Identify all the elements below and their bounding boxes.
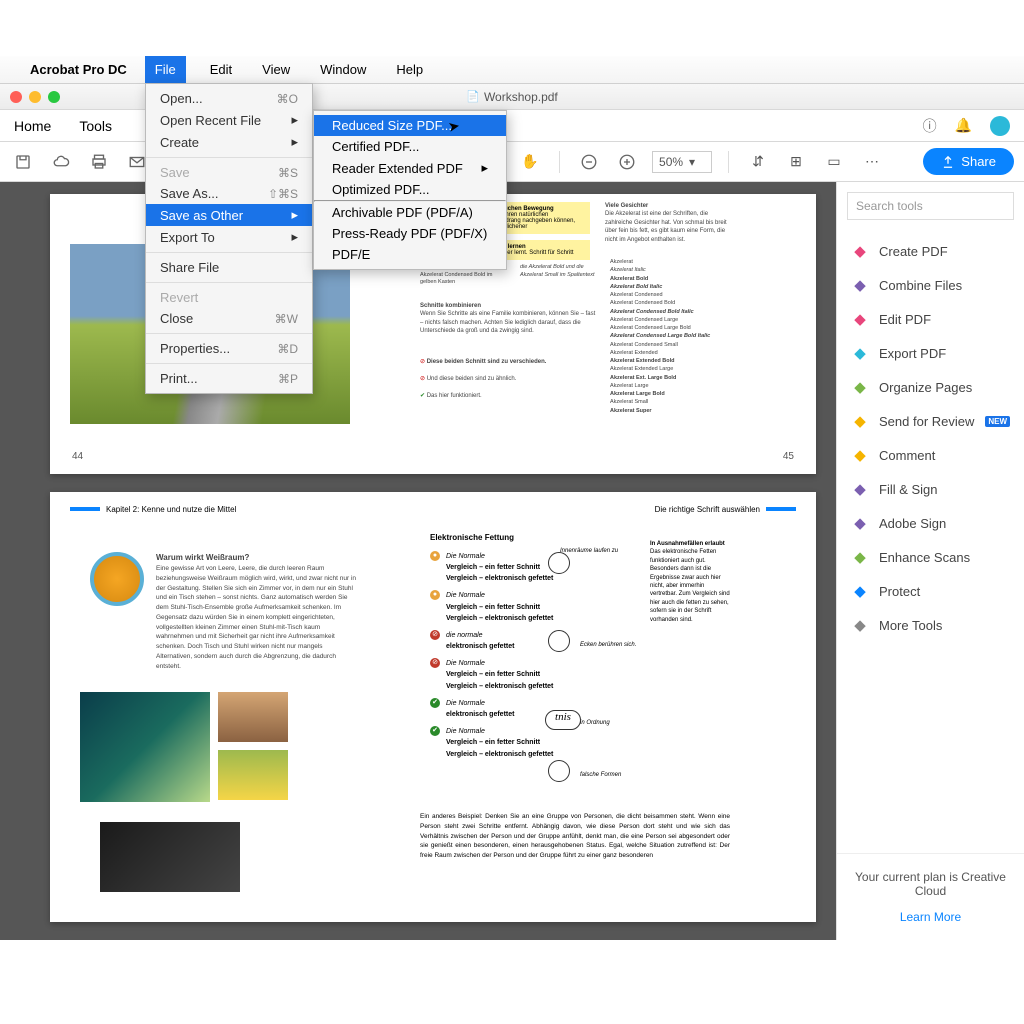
mi-open-recent[interactable]: Open Recent File▸ [146, 109, 312, 131]
mi-create[interactable]: Create▸ [146, 131, 312, 153]
organize-pages-icon: ◆ [851, 378, 869, 396]
avatar[interactable] [990, 116, 1010, 136]
tool-export-pdf[interactable]: ◆Export PDF [837, 336, 1024, 370]
file-menu-dropdown: Open...⌘O Open Recent File▸ Create▸ Save… [145, 83, 313, 394]
send-review-icon: ◆ [851, 412, 869, 430]
tool-send-review[interactable]: ◆Send for ReviewNEW [837, 404, 1024, 438]
tool-fill-sign[interactable]: ◆Fill & Sign [837, 472, 1024, 506]
print-icon[interactable] [86, 149, 112, 175]
menu-file[interactable]: File [145, 56, 186, 83]
mi-press-ready[interactable]: Press-Ready PDF (PDF/X) [314, 223, 506, 244]
minimize-icon[interactable] [29, 91, 41, 103]
enhance-scans-icon: ◆ [851, 548, 869, 566]
mi-print[interactable]: Print...⌘P [146, 368, 312, 389]
mi-export-to[interactable]: Export To▸ [146, 226, 312, 248]
protect-icon: ◆ [851, 582, 869, 600]
save-icon[interactable] [10, 149, 36, 175]
mi-save: Save⌘S [146, 162, 312, 183]
mi-reader-extended[interactable]: Reader Extended PDF▸ [314, 157, 506, 179]
zoom-select[interactable]: 50%▾ [652, 151, 712, 173]
bell-icon[interactable]: 🔔 [955, 117, 972, 134]
help-icon[interactable]: ⓘ [923, 116, 937, 136]
menu-view[interactable]: View [256, 59, 296, 80]
read-mode-icon[interactable]: ▭ [821, 149, 847, 175]
tool-enhance-scans[interactable]: ◆Enhance Scans [837, 540, 1024, 574]
menu-window[interactable]: Window [314, 59, 372, 80]
tool-protect[interactable]: ◆Protect [837, 574, 1024, 608]
hand-tool-icon[interactable]: ✋ [517, 149, 543, 175]
fit-width-icon[interactable]: ⇵ [745, 149, 771, 175]
book-image [100, 822, 240, 892]
cursor-icon: ➤ [447, 117, 462, 136]
tool-organize-pages[interactable]: ◆Organize Pages [837, 370, 1024, 404]
zoom-icon[interactable] [48, 91, 60, 103]
comment-icon: ◆ [851, 446, 869, 464]
new-badge: NEW [985, 416, 1010, 427]
tab-home[interactable]: Home [14, 118, 51, 134]
combine-files-icon: ◆ [851, 276, 869, 294]
tools-sidepanel: Search tools ◆Create PDF◆Combine Files◆E… [836, 182, 1024, 940]
pdf-icon: 📄 [466, 90, 480, 103]
export-pdf-icon: ◆ [851, 344, 869, 362]
mi-share-file[interactable]: Share File [146, 257, 312, 278]
fill-sign-icon: ◆ [851, 480, 869, 498]
tool-adobe-sign[interactable]: ◆Adobe Sign [837, 506, 1024, 540]
mi-close[interactable]: Close⌘W [146, 308, 312, 329]
plan-text: Your current plan is Creative Cloud [855, 870, 1006, 898]
mi-revert: Revert [146, 287, 312, 308]
search-tools-input[interactable]: Search tools [847, 192, 1014, 220]
save-as-other-submenu: Reduced Size PDF... Certified PDF... Rea… [313, 110, 507, 270]
adobe-sign-icon: ◆ [851, 514, 869, 532]
more-icon[interactable]: ⋯ [859, 149, 885, 175]
app-name[interactable]: Acrobat Pro DC [30, 62, 127, 77]
mi-reduced-size[interactable]: Reduced Size PDF... [314, 115, 506, 136]
tab-tools[interactable]: Tools [79, 118, 112, 134]
close-icon[interactable] [10, 91, 22, 103]
tool-combine-files[interactable]: ◆Combine Files [837, 268, 1024, 302]
seal-badge [90, 552, 144, 606]
window-title: Workshop.pdf [484, 90, 558, 104]
learn-more-link[interactable]: Learn More [847, 910, 1014, 924]
tool-more-tools[interactable]: ◆More Tools [837, 608, 1024, 642]
mi-properties[interactable]: Properties...⌘D [146, 338, 312, 359]
zoom-in-icon[interactable] [614, 149, 640, 175]
macos-menubar: Acrobat Pro DC File Edit View Window Hel… [0, 56, 1024, 84]
share-button[interactable]: Share [923, 148, 1014, 175]
mi-optimized[interactable]: Optimized PDF... [314, 179, 506, 200]
mi-archivable[interactable]: Archivable PDF (PDF/A) [314, 202, 506, 223]
tool-comment[interactable]: ◆Comment [837, 438, 1024, 472]
mi-save-as[interactable]: Save As...⇧⌘S [146, 183, 312, 204]
mi-certified[interactable]: Certified PDF... [314, 136, 506, 157]
cloud-icon[interactable] [48, 149, 74, 175]
edit-pdf-icon: ◆ [851, 310, 869, 328]
zoom-out-icon[interactable] [576, 149, 602, 175]
more-tools-icon: ◆ [851, 616, 869, 634]
tool-edit-pdf[interactable]: ◆Edit PDF [837, 302, 1024, 336]
fit-page-icon[interactable]: ⊞ [783, 149, 809, 175]
tool-create-pdf[interactable]: ◆Create PDF [837, 234, 1024, 268]
document-pane[interactable]: 44 45 Kinder brauchen BewegungKinder, di… [0, 182, 836, 940]
mi-pdfe[interactable]: PDF/E [314, 244, 506, 265]
create-pdf-icon: ◆ [851, 242, 869, 260]
menu-edit[interactable]: Edit [204, 59, 238, 80]
mi-open[interactable]: Open...⌘O [146, 88, 312, 109]
page-spread: Kapitel 2: Kenne und nutze die Mittel Di… [50, 492, 816, 922]
mi-save-as-other[interactable]: Save as Other▸ [146, 204, 312, 226]
menu-help[interactable]: Help [390, 59, 429, 80]
